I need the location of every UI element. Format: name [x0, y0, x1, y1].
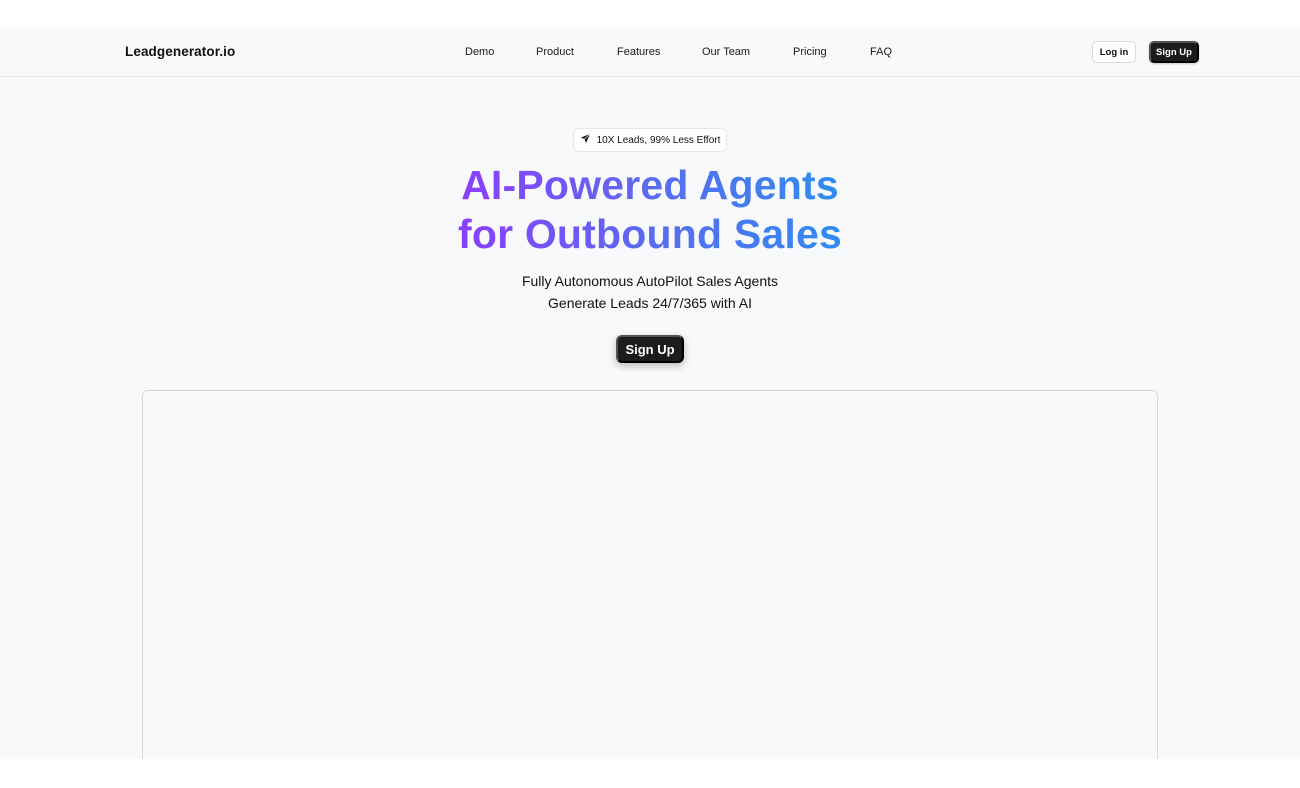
demo-video-frame[interactable]	[142, 390, 1158, 759]
nav-link-faq[interactable]: FAQ	[870, 46, 892, 58]
nav-link-our-team[interactable]: Our Team	[702, 46, 750, 58]
landing-page: Leadgenerator.io Demo Product Features O…	[0, 28, 1300, 759]
paper-plane-icon	[580, 133, 591, 147]
nav-link-demo[interactable]: Demo	[465, 46, 494, 58]
signup-button-nav[interactable]: Sign Up	[1149, 41, 1199, 63]
hero-subtitle-line-2: Generate Leads 24/7/365 with AI	[548, 295, 752, 311]
nav-link-features[interactable]: Features	[617, 46, 660, 58]
hero-badge: 10X Leads, 99% Less Effort	[573, 128, 727, 152]
hero-title-line-1: AI-Powered Agents	[461, 162, 839, 208]
login-button[interactable]: Log in	[1092, 41, 1136, 63]
hero-subtitle-line-1: Fully Autonomous AutoPilot Sales Agents	[521, 273, 779, 289]
top-navbar: Leadgenerator.io Demo Product Features O…	[0, 28, 1300, 77]
hero-title-line-2: for Outbound Sales	[458, 211, 842, 257]
nav-link-product[interactable]: Product	[536, 46, 574, 58]
nav-link-pricing[interactable]: Pricing	[793, 46, 827, 58]
hero-badge-text: 10X Leads, 99% Less Effort	[596, 134, 721, 146]
signup-button-hero[interactable]: Sign Up	[616, 335, 684, 363]
